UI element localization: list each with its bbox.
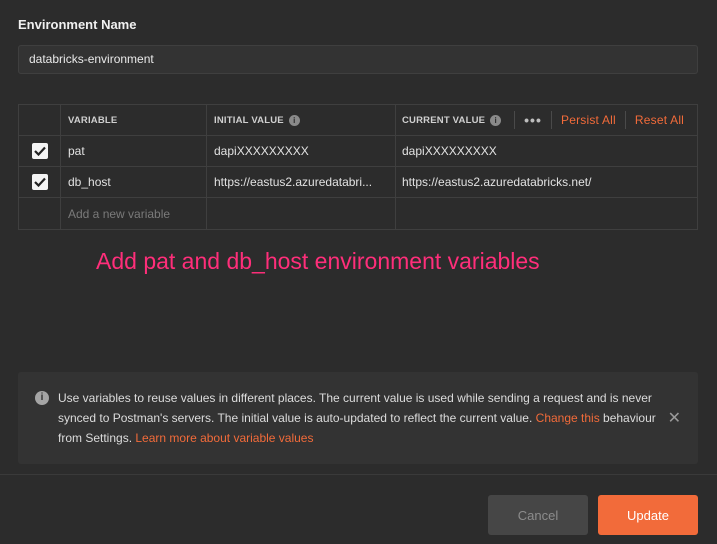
close-icon[interactable]: ✕ (668, 408, 681, 428)
initial-value-cell[interactable]: https://eastus2.azuredatabri... (207, 167, 396, 197)
environment-name-input[interactable]: databricks-environment (18, 45, 698, 74)
info-icon[interactable]: i (490, 114, 502, 126)
checkmark-icon (33, 146, 46, 156)
current-value-cell[interactable]: dapiXXXXXXXXX (396, 136, 697, 166)
variables-table: VARIABLE INITIAL VALUE i CURRENT VALUE i… (18, 104, 698, 230)
variable-name-cell[interactable]: db_host (61, 167, 207, 197)
environment-name-label: Environment Name (18, 17, 137, 32)
header-variable: VARIABLE (61, 105, 207, 135)
header-current-value: CURRENT VALUE i ••• Persist All Reset Al… (396, 105, 697, 135)
initial-value-cell[interactable]: dapiXXXXXXXXX (207, 136, 396, 166)
current-value-cell[interactable]: https://eastus2.azuredatabricks.net/ (396, 167, 697, 197)
annotation-text: Add pat and db_host environment variable… (96, 248, 540, 274)
more-options-icon[interactable]: ••• (515, 112, 551, 128)
reset-all-button[interactable]: Reset All (626, 113, 693, 127)
table-row: db_host https://eastus2.azuredatabri... … (19, 167, 697, 198)
variable-name-cell[interactable]: pat (61, 136, 207, 166)
notice-text: Use variables to reuse values in differe… (58, 388, 668, 448)
table-header-row: VARIABLE INITIAL VALUE i CURRENT VALUE i… (19, 105, 697, 136)
row-check-cell (19, 198, 61, 229)
info-notice: i Use variables to reuse values in diffe… (18, 372, 698, 464)
enabled-checkbox[interactable] (31, 143, 48, 159)
header-current-value-label: CURRENT VALUE (402, 114, 486, 126)
header-initial-value: INITIAL VALUE i (207, 105, 396, 135)
enabled-checkbox[interactable] (31, 174, 48, 190)
row-check-cell (19, 136, 61, 166)
cancel-button[interactable]: Cancel (488, 495, 588, 535)
info-icon[interactable]: i (288, 114, 300, 126)
footer-divider (0, 474, 717, 475)
new-variable-input[interactable]: Add a new variable (61, 198, 207, 229)
table-row: pat dapiXXXXXXXXX dapiXXXXXXXXX (19, 136, 697, 167)
update-button[interactable]: Update (598, 495, 698, 535)
info-icon: i (35, 391, 49, 405)
header-check-cell (19, 105, 61, 135)
checkmark-icon (33, 177, 46, 187)
new-current-value-input[interactable] (396, 198, 697, 229)
change-settings-link[interactable]: Change this (536, 411, 600, 425)
new-variable-row: Add a new variable (19, 198, 697, 229)
new-initial-value-input[interactable] (207, 198, 396, 229)
header-initial-value-label: INITIAL VALUE (214, 114, 284, 126)
persist-all-button[interactable]: Persist All (552, 113, 625, 127)
learn-more-link[interactable]: Learn more about variable values (135, 431, 313, 445)
row-check-cell (19, 167, 61, 197)
